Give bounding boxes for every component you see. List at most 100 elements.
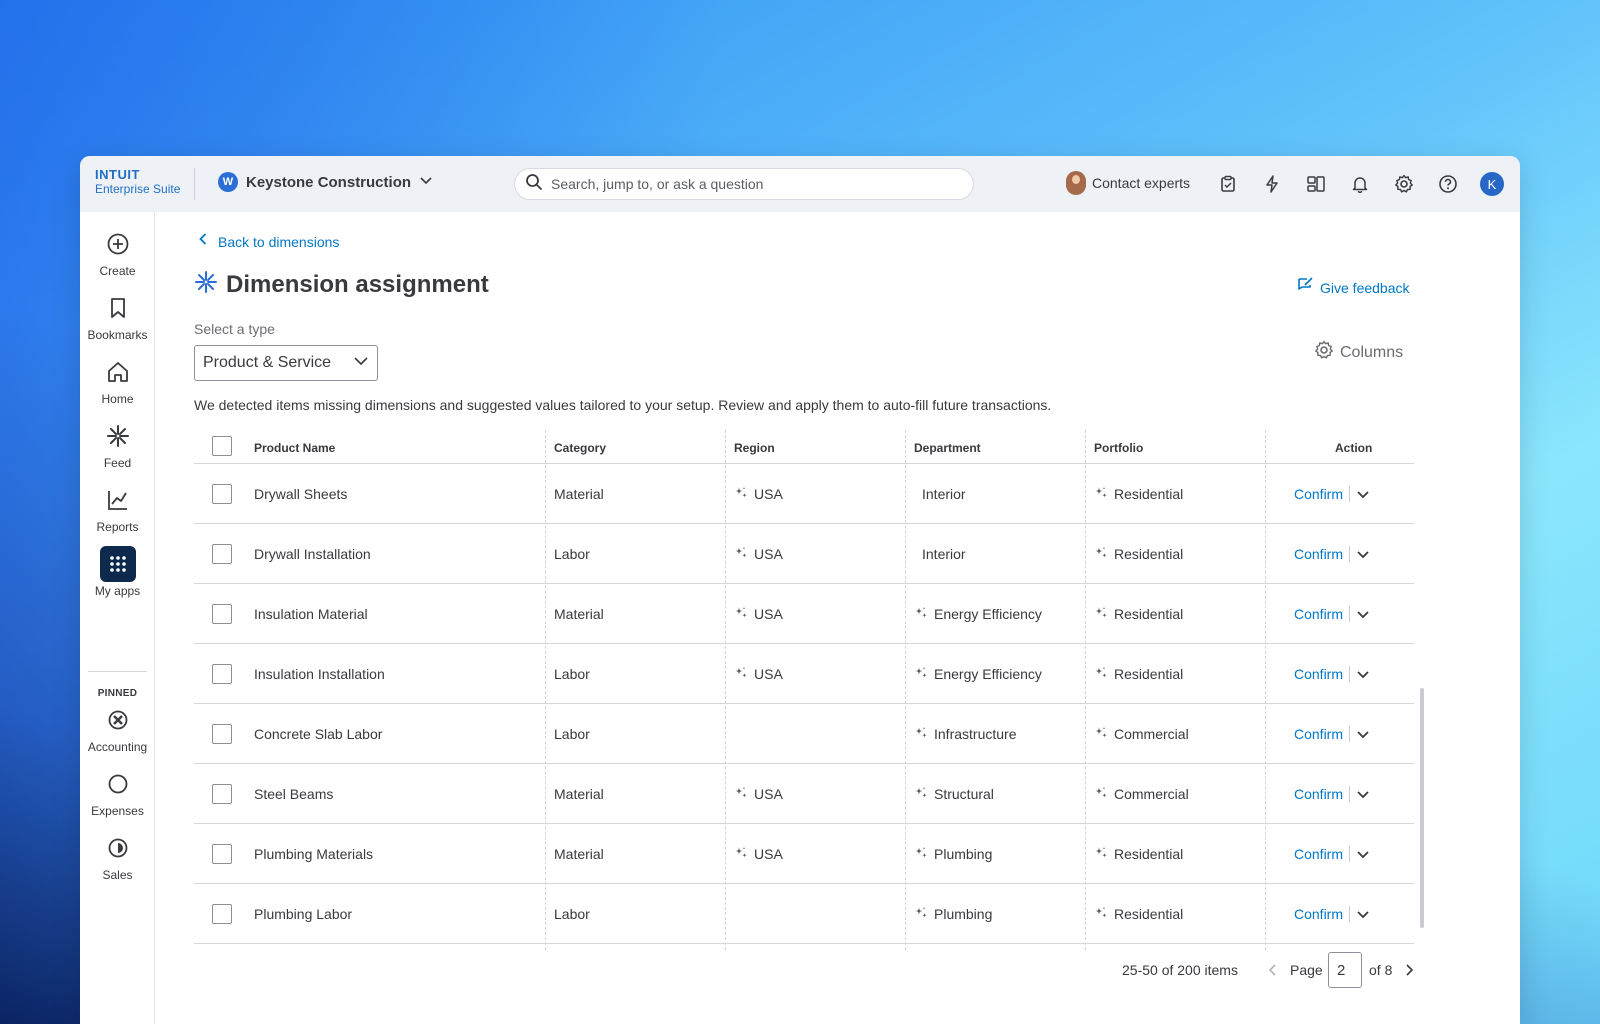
chevron-down-icon[interactable] <box>1356 487 1370 501</box>
back-to-dimensions-link[interactable]: Back to dimensions <box>198 232 339 251</box>
department-cell[interactable]: Energy Efficiency <box>914 584 1042 644</box>
table-row: Steel Beams Material USA Structural Commerci… <box>194 764 1414 824</box>
table-scrollbar[interactable] <box>1420 688 1424 928</box>
brand-name: INTUIT <box>95 167 140 182</box>
sidebar-item-accounting[interactable]: Accounting <box>80 702 155 754</box>
global-search[interactable] <box>514 168 974 200</box>
select-all-checkbox[interactable] <box>212 436 232 456</box>
company-switcher[interactable]: W Keystone Construction <box>218 172 433 192</box>
sidebar-item-create[interactable]: Create <box>80 226 155 278</box>
confirm-button[interactable]: Confirm <box>1294 546 1343 562</box>
row-checkbox[interactable] <box>212 664 232 684</box>
row-checkbox[interactable] <box>212 484 232 504</box>
lightning-icon[interactable] <box>1260 172 1284 196</box>
department-cell[interactable]: Energy Efficiency <box>914 644 1042 704</box>
page-total: of 8 <box>1369 962 1393 978</box>
confirm-button[interactable]: Confirm <box>1294 486 1343 502</box>
clipboard-icon[interactable] <box>1216 172 1240 196</box>
portfolio-value: Commercial <box>1114 786 1189 802</box>
confirm-button[interactable]: Confirm <box>1294 786 1343 802</box>
region-cell[interactable]: USA <box>734 584 783 644</box>
row-checkbox[interactable] <box>212 844 232 864</box>
confirm-button[interactable]: Confirm <box>1294 846 1343 862</box>
ai-suggestion-icon <box>734 486 748 503</box>
column-header-product-name[interactable]: Product Name <box>254 441 335 455</box>
portfolio-cell[interactable]: Residential <box>1094 464 1183 524</box>
region-cell[interactable]: USA <box>734 644 783 704</box>
sidebar-item-expenses[interactable]: Expenses <box>80 766 155 818</box>
bell-icon[interactable] <box>1348 172 1372 196</box>
confirm-button[interactable]: Confirm <box>1294 906 1343 922</box>
brand-logo[interactable]: INTUIT Enterprise Suite <box>95 168 180 195</box>
type-select[interactable]: Product & Service <box>194 345 378 381</box>
category-cell[interactable]: Labor <box>554 524 590 584</box>
ai-suggestion-icon <box>734 606 748 623</box>
search-input[interactable] <box>551 176 951 192</box>
category-cell[interactable]: Labor <box>554 644 590 704</box>
product-name: Concrete Slab Labor <box>254 726 383 742</box>
confirm-button[interactable]: Confirm <box>1294 666 1343 682</box>
ai-suggestion-icon <box>734 546 748 563</box>
category-cell[interactable]: Material <box>554 584 604 644</box>
portfolio-cell[interactable]: Residential <box>1094 644 1183 704</box>
chevron-down-icon[interactable] <box>1356 847 1370 861</box>
category-cell[interactable]: Material <box>554 764 604 824</box>
contact-experts-button[interactable]: Contact experts <box>1066 171 1190 195</box>
row-checkbox-cell <box>212 704 232 764</box>
portfolio-cell[interactable]: Residential <box>1094 884 1183 944</box>
confirm-button[interactable]: Confirm <box>1294 606 1343 622</box>
chevron-down-icon[interactable] <box>1356 907 1370 921</box>
column-header-region[interactable]: Region <box>734 441 775 455</box>
help-icon[interactable] <box>1436 172 1460 196</box>
confirm-button[interactable]: Confirm <box>1294 726 1343 742</box>
chevron-right-icon[interactable] <box>1404 962 1414 983</box>
chevron-down-icon[interactable] <box>1356 547 1370 561</box>
sidebar-item-home[interactable]: Home <box>80 354 155 406</box>
row-checkbox[interactable] <box>212 784 232 804</box>
column-header-category[interactable]: Category <box>554 441 606 455</box>
region-cell[interactable]: USA <box>734 524 783 584</box>
department-value: Energy Efficiency <box>934 606 1042 622</box>
sidebar-item-feed[interactable]: Feed <box>80 418 155 470</box>
user-avatar[interactable]: K <box>1480 172 1504 196</box>
page-number-input[interactable] <box>1328 952 1362 988</box>
sidebar-item-sales[interactable]: Sales <box>80 830 155 882</box>
department-cell[interactable]: Interior <box>914 524 966 584</box>
department-value: Structural <box>934 786 994 802</box>
department-cell[interactable]: Infrastructure <box>914 704 1016 764</box>
department-cell[interactable]: Plumbing <box>914 824 992 884</box>
columns-button[interactable]: Columns <box>1314 340 1403 365</box>
chevron-down-icon[interactable] <box>1356 727 1370 741</box>
row-checkbox[interactable] <box>212 904 232 924</box>
column-header-department[interactable]: Department <box>914 441 981 455</box>
sidebar-item-reports[interactable]: Reports <box>80 482 155 534</box>
region-cell[interactable]: USA <box>734 824 783 884</box>
row-checkbox[interactable] <box>212 544 232 564</box>
apps-icon[interactable] <box>1304 172 1328 196</box>
department-cell[interactable]: Plumbing <box>914 884 992 944</box>
department-cell[interactable]: Interior <box>914 464 966 524</box>
column-header-portfolio[interactable]: Portfolio <box>1094 441 1143 455</box>
department-cell[interactable]: Structural <box>914 764 994 824</box>
portfolio-cell[interactable]: Commercial <box>1094 704 1189 764</box>
give-feedback-link[interactable]: Give feedback <box>1296 276 1410 299</box>
sidebar-item-bookmarks[interactable]: Bookmarks <box>80 290 155 342</box>
region-cell[interactable]: USA <box>734 764 783 824</box>
portfolio-cell[interactable]: Residential <box>1094 524 1183 584</box>
region-cell[interactable]: USA <box>734 464 783 524</box>
category-cell[interactable]: Material <box>554 464 604 524</box>
chevron-down-icon[interactable] <box>1356 607 1370 621</box>
portfolio-cell[interactable]: Commercial <box>1094 764 1189 824</box>
row-checkbox[interactable] <box>212 604 232 624</box>
category-cell[interactable]: Material <box>554 824 604 884</box>
portfolio-cell[interactable]: Residential <box>1094 824 1183 884</box>
chevron-down-icon[interactable] <box>1356 787 1370 801</box>
gear-icon[interactable] <box>1392 172 1416 196</box>
category-cell[interactable]: Labor <box>554 884 590 944</box>
chevron-left-icon[interactable] <box>1268 962 1278 983</box>
category-cell[interactable]: Labor <box>554 704 590 764</box>
row-checkbox[interactable] <box>212 724 232 744</box>
sidebar-item-my-apps[interactable]: My apps <box>80 546 155 598</box>
portfolio-cell[interactable]: Residential <box>1094 584 1183 644</box>
chevron-down-icon[interactable] <box>1356 667 1370 681</box>
